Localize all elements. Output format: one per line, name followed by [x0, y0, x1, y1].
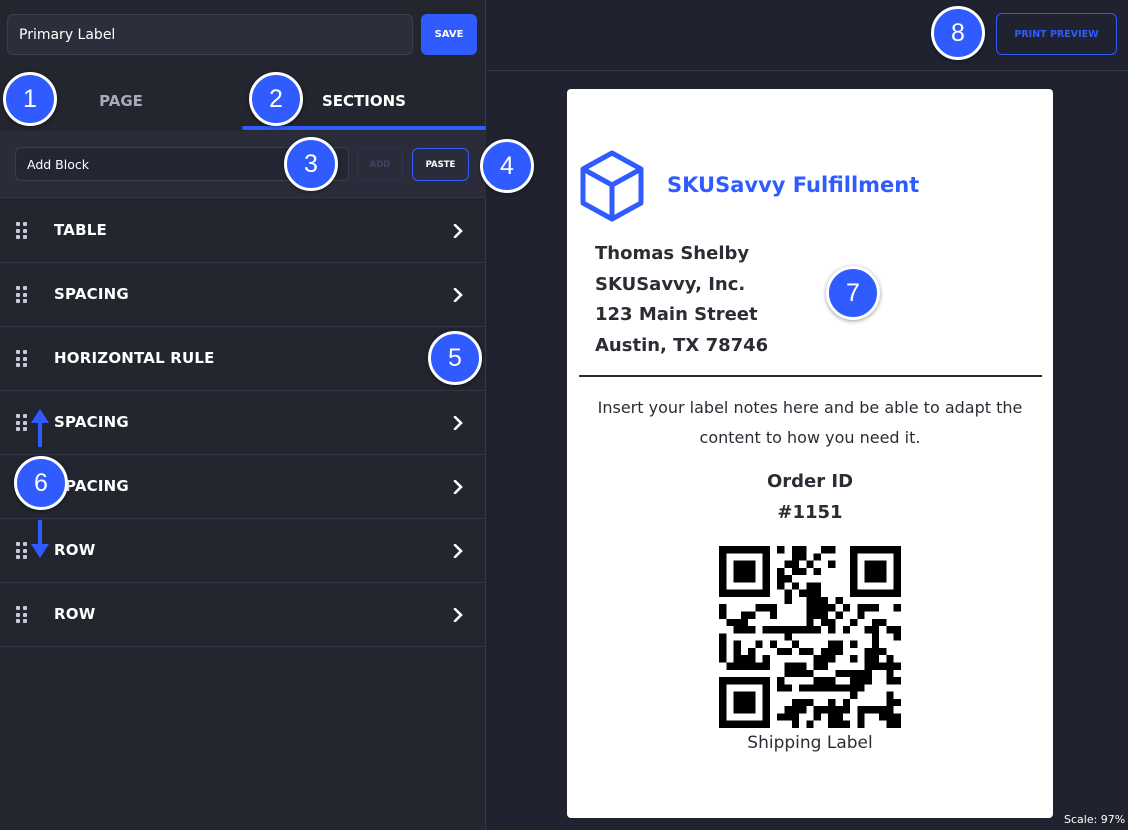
qr-code — [719, 546, 901, 728]
qr-caption: Shipping Label — [747, 733, 873, 753]
add-block-button[interactable]: ADD — [357, 148, 403, 181]
annotation-marker-5: 5 — [428, 331, 482, 385]
active-tab-indicator — [242, 126, 486, 130]
drag-handle-icon[interactable] — [16, 606, 28, 624]
section-row[interactable]: HORIZONTAL RULE — [0, 327, 486, 391]
address-line: SKUSavvy, Inc. — [595, 273, 746, 295]
chevron-right-icon[interactable] — [452, 416, 464, 430]
template-name-input[interactable] — [7, 14, 413, 55]
section-row[interactable]: SPACING — [0, 263, 486, 327]
section-row-label: SPACING — [54, 285, 129, 303]
section-row[interactable]: SPACING — [0, 455, 486, 519]
section-row-label: SPACING — [54, 413, 129, 431]
section-row[interactable]: ROW — [0, 583, 486, 647]
section-row-label: ROW — [54, 541, 96, 559]
scale-indicator: Scale: 97% — [1064, 813, 1126, 826]
add-block-bar: Add Block ADD PASTE — [0, 131, 486, 198]
arrow-up-icon — [31, 409, 49, 447]
cube-icon — [580, 150, 644, 222]
editor-sidebar: SAVE PAGE SECTIONS Add Block ADD PASTE T… — [0, 0, 486, 830]
chevron-right-icon[interactable] — [452, 608, 464, 622]
address-line: Thomas Shelby — [595, 243, 750, 264]
paste-block-button[interactable]: PASTE — [412, 148, 469, 181]
section-row[interactable]: SPACING — [0, 391, 486, 455]
address-line: Austin, TX 78746 — [595, 334, 769, 356]
chevron-right-icon[interactable] — [452, 480, 464, 494]
drag-handle-icon[interactable] — [16, 414, 28, 432]
label-notes: Insert your label notes here and be able… — [597, 398, 1023, 447]
shipping-address: Thomas Shelby SKUSavvy, Inc. 123 Main St… — [595, 239, 768, 361]
section-row-label: HORIZONTAL RULE — [54, 349, 215, 367]
arrow-down-icon — [31, 520, 49, 558]
address-line: 123 Main Street — [595, 304, 758, 325]
section-row[interactable]: ROW — [0, 519, 486, 583]
label-preview[interactable]: SKUSavvy Fulfillment Thomas Shelby SKUSa… — [567, 89, 1053, 818]
section-row-label: TABLE — [54, 221, 107, 239]
annotation-marker-2: 2 — [249, 72, 303, 126]
editor-tabs: PAGE SECTIONS — [0, 70, 486, 131]
order-id-number: #1151 — [777, 502, 843, 523]
annotation-marker-7: 7 — [826, 266, 880, 320]
annotation-marker-1: 1 — [3, 72, 57, 126]
chevron-right-icon[interactable] — [452, 544, 464, 558]
section-list: TABLE SPACING HORIZONTAL RULE SPACING SPACIN… — [0, 199, 486, 647]
save-button[interactable]: SAVE — [421, 14, 477, 55]
order-id-title: Order ID — [766, 471, 854, 492]
drag-handle-icon[interactable] — [16, 286, 28, 304]
section-row-label: ROW — [54, 605, 96, 623]
annotation-marker-8: 8 — [931, 6, 985, 60]
chevron-right-icon[interactable] — [452, 288, 464, 302]
chevron-right-icon[interactable] — [452, 224, 464, 238]
annotation-marker-4: 4 — [480, 139, 534, 193]
print-preview-button[interactable]: PRINT PREVIEW — [996, 13, 1117, 55]
template-header: SAVE — [0, 0, 486, 70]
drag-handle-icon[interactable] — [16, 350, 28, 368]
annotation-marker-3: 3 — [284, 137, 338, 191]
annotation-marker-6: 6 — [14, 456, 68, 510]
brand-name: SKUSavvy Fulfillment — [667, 173, 920, 197]
section-row[interactable]: TABLE — [0, 199, 486, 263]
horizontal-rule — [579, 375, 1042, 377]
drag-handle-icon[interactable] — [16, 222, 28, 240]
drag-handle-icon[interactable] — [16, 542, 28, 560]
